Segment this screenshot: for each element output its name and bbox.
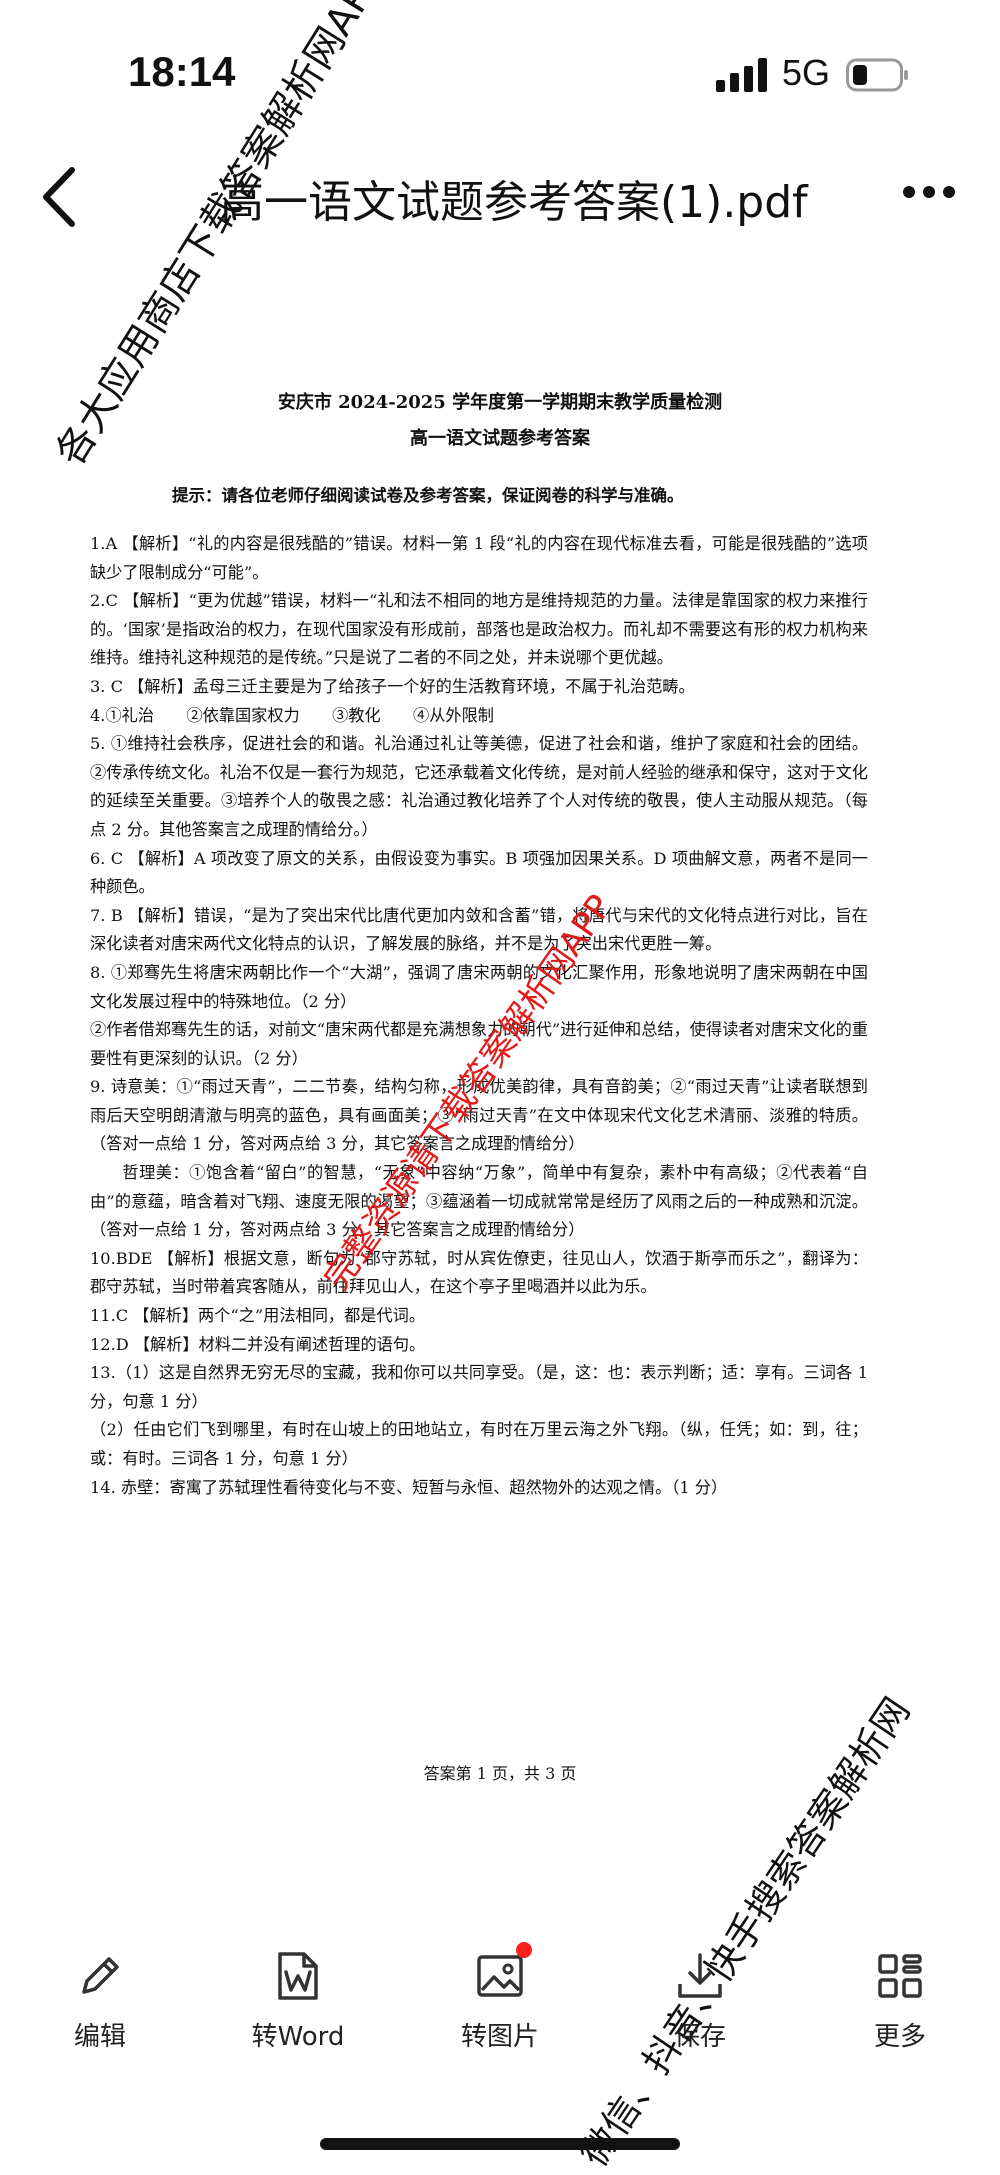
answer-paragraph: 1.A 【解析】“礼的内容是很残酷的”错误。材料一第 1 段“礼的内容在现代标准… xyxy=(90,534,868,582)
pencil-icon xyxy=(82,1957,119,1994)
answer-paragraph: 11.C 【解析】两个“之”用法相同，都是代词。 xyxy=(90,1306,426,1326)
answer-paragraph: 6. C 【解析】A 项改变了原文的关系，由假设变为事实。B 项强加因果关系。D… xyxy=(90,848,868,897)
answer-heading: 高一语文试题参考答案 xyxy=(410,428,590,449)
edit-button[interactable]: 编辑 xyxy=(30,1950,170,2090)
answer-paragraph: 7. B 【解析】错误，“是为了突出宋代比唐代更加内敛和含蓄”错，将唐代与宋代的… xyxy=(90,905,868,954)
answer-paragraph: 4.①礼治 ②依靠国家权力 ③教化 ④从外限制 xyxy=(90,705,494,725)
convert-image-label: 转图片 xyxy=(460,2022,539,2052)
grading-tip: 提示：请各位老师仔细阅读试卷及参考答案，保证阅卷的科学与准确。 xyxy=(172,486,684,505)
answer-paragraph: 5. ①维持社会秩序，促进社会的和谐。礼治通过礼让等美德，促进了社会和谐，维护了… xyxy=(90,734,868,839)
grid-icon xyxy=(878,1954,922,1998)
save-button[interactable]: 保存 xyxy=(630,1950,770,2090)
signal-icon xyxy=(716,58,767,92)
answer-paragraph: （2）任由它们飞到哪里，有时在山坡上的田地站立，有时在万里云海之外飞翔。（纵，任… xyxy=(90,1420,868,1468)
pdf-page: 安庆市 2024-2025 学年度第一学期期末教学质量检测 高一语文试题参考答案… xyxy=(82,360,918,1840)
convert-word-button[interactable]: 转Word xyxy=(228,1950,368,2090)
document-title: 高一语文试题参考答案(1).pdf xyxy=(220,177,808,228)
network-type: 5G xyxy=(782,52,831,93)
answer-paragraph: 14. 赤壁：寄寓了苏轼理性看待变化与不变、短暂与永恒、超然物外的达观之情。（1… xyxy=(90,1477,728,1497)
convert-word-label: 转Word xyxy=(251,2022,345,2052)
answer-paragraph: 3. C 【解析】孟母三迁主要是为了给孩子一个好的生活教育环境，不属于礼治范畴。 xyxy=(90,676,695,696)
exam-heading: 安庆市 2024-2025 学年度第一学期期末教学质量检测 xyxy=(277,392,723,413)
download-icon xyxy=(678,1953,722,1998)
answer-paragraph: 2.C 【解析】“更为优越”错误，材料一“礼和法不相同的地方是维持规范的力量。法… xyxy=(90,591,868,668)
status-bar: 18:14 5G xyxy=(0,0,1000,150)
notification-dot xyxy=(516,1942,532,1958)
edit-label: 编辑 xyxy=(73,2022,126,2052)
word-icon xyxy=(278,1952,318,2000)
bottom-toolbar: 编辑 转Word 转图片 保存 更多 xyxy=(0,1942,1000,2100)
battery-icon xyxy=(846,58,908,92)
answer-paragraph: 12.D 【解析】材料二并没有阐述哲理的语句。 xyxy=(90,1334,426,1354)
more-label: 更多 xyxy=(873,2022,926,2052)
answer-paragraph: 10.BDE 【解析】根据文意，断句为“郡守苏轼，时从宾佐僚吏，往见山人，饮酒于… xyxy=(90,1248,868,1297)
answer-body: 1.A 【解析】“礼的内容是很残酷的”错误。材料一第 1 段“礼的内容在现代标准… xyxy=(90,530,868,1502)
page-footer: 答案第 1 页，共 3 页 xyxy=(423,1764,577,1783)
more-options-icon[interactable] xyxy=(902,182,956,202)
document-header: 高一语文试题参考答案(1).pdf xyxy=(0,150,1000,250)
answer-paragraph: 8. ①郑骞先生将唐宋两朝比作一个“大湖”，强调了唐宋两朝的文化汇聚作用，形象地… xyxy=(90,962,868,1011)
more-button[interactable]: 更多 xyxy=(830,1950,970,2090)
status-time: 18:14 xyxy=(128,48,236,95)
answer-paragraph: 13.（1）这是自然界无穷无尽的宝藏，我和你可以共同享受。（是，这：也：表示判断… xyxy=(90,1363,868,1411)
convert-image-button[interactable]: 转图片 xyxy=(430,1942,570,2090)
back-chevron-icon[interactable] xyxy=(36,164,86,230)
save-label: 保存 xyxy=(673,2022,726,2052)
image-icon xyxy=(477,1955,523,1997)
home-indicator[interactable] xyxy=(320,2138,680,2150)
answer-paragraph: 哲理美：①饱含着“留白”的智慧，“无象”中容纳“万象”，简单中有复杂，素朴中有高… xyxy=(90,1163,868,1240)
